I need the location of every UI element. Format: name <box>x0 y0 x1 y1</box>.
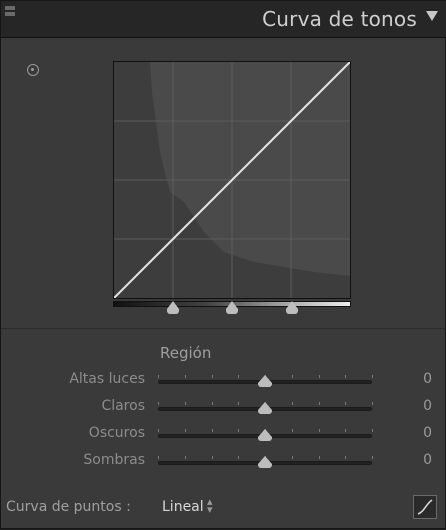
tone-curve-svg <box>114 62 350 298</box>
slider-tick <box>211 402 213 405</box>
slider-tick <box>184 402 186 405</box>
panel-header[interactable]: Curva de tonos <box>1 1 446 38</box>
slider-value[interactable]: 0 <box>423 398 432 414</box>
collapse-triangle-icon[interactable] <box>426 11 438 21</box>
slider-tick <box>291 456 293 459</box>
slider-tick <box>372 375 373 378</box>
slider-tick <box>238 375 240 378</box>
point-curve-edit-button[interactable] <box>413 495 437 519</box>
slider-tick <box>372 402 373 405</box>
slider-tick <box>211 429 213 432</box>
slider-value[interactable]: 0 <box>423 452 432 468</box>
tone-curve-graph[interactable] <box>113 61 351 299</box>
slider-tick <box>318 375 320 378</box>
slider-row: Altas luces 0 <box>1 370 446 392</box>
slider-row: Claros 0 <box>1 397 446 419</box>
slider-thumb[interactable] <box>258 402 272 414</box>
split-point-handle-3[interactable] <box>285 301 298 314</box>
slider-tick <box>318 456 320 459</box>
slider-tick <box>345 402 347 405</box>
slider-tick <box>184 429 186 432</box>
slider-thumb[interactable] <box>258 456 272 468</box>
slider-label: Oscuros <box>88 425 145 441</box>
slider-tick <box>372 429 373 432</box>
slider-tick <box>291 375 293 378</box>
slider-tick <box>158 429 159 432</box>
slider-tick <box>211 375 213 378</box>
slider-row: Sombras 0 <box>1 451 446 473</box>
slider-tick <box>345 375 347 378</box>
slider-tick <box>184 375 186 378</box>
slider-tick <box>158 456 159 459</box>
section-divider <box>1 328 446 329</box>
slider-label: Altas luces <box>69 371 145 387</box>
slider-tick <box>372 456 373 459</box>
slider-tick <box>238 402 240 405</box>
region-title: Región <box>160 344 212 362</box>
slider-tick <box>238 456 240 459</box>
slider-value[interactable]: 0 <box>423 371 432 387</box>
slider-thumb[interactable] <box>258 375 272 387</box>
point-curve-label: Curva de puntos : <box>6 499 131 515</box>
slider-label: Claros <box>101 398 145 414</box>
panel-title: Curva de tonos <box>262 7 417 31</box>
split-point-handle-1[interactable] <box>166 301 179 314</box>
panel-grip-icon[interactable] <box>5 6 15 30</box>
targeted-adjustment-icon[interactable] <box>27 64 39 76</box>
slider-tick <box>238 429 240 432</box>
point-curve-bar: Curva de puntos : Lineal ▴ ▾ <box>1 486 446 530</box>
slider-tick <box>345 456 347 459</box>
slider-thumb[interactable] <box>258 429 272 441</box>
slider-tick <box>291 429 293 432</box>
slider-tick <box>345 429 347 432</box>
slider-tick <box>291 402 293 405</box>
tone-curve-panel: Curva de tonos Región Altas luces 0 Claros… <box>0 0 446 529</box>
slider-value[interactable]: 0 <box>423 425 432 441</box>
slider-row: Oscuros 0 <box>1 424 446 446</box>
slider-label: Sombras <box>83 452 145 468</box>
slider-tick <box>158 375 159 378</box>
select-arrows-icon[interactable]: ▴ ▾ <box>207 496 213 515</box>
split-point-handle-2[interactable] <box>226 301 238 314</box>
curve-edit-icon <box>417 499 433 515</box>
point-curve-select[interactable]: Lineal <box>162 499 204 515</box>
slider-tick <box>318 402 320 405</box>
slider-tick <box>211 456 213 459</box>
slider-tick <box>158 402 159 405</box>
slider-tick <box>184 456 186 459</box>
slider-tick <box>318 429 320 432</box>
